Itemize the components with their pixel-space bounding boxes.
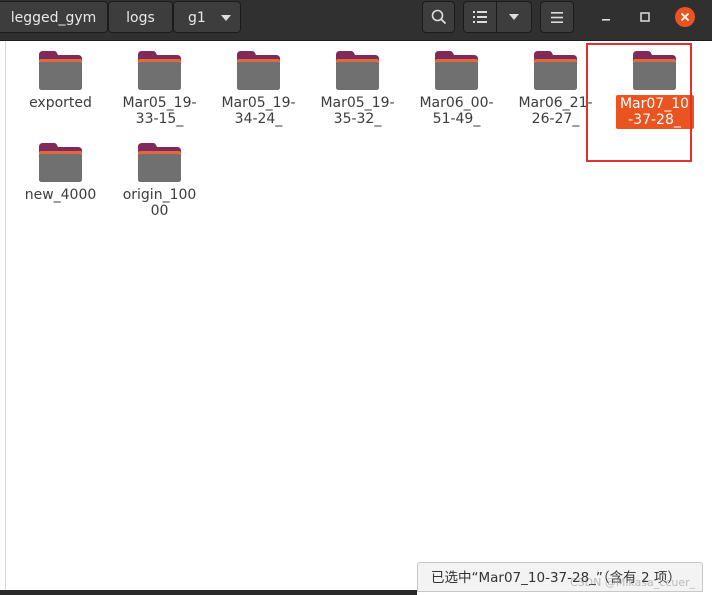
- folder-icon: [11, 49, 110, 91]
- breadcrumb-label: legged_gym: [10, 10, 97, 26]
- highlight-box: [586, 43, 692, 162]
- search-icon: [431, 9, 446, 25]
- folder-icon: [407, 49, 506, 91]
- folder-icon: [110, 49, 209, 91]
- folder-label: new_4000: [24, 187, 97, 203]
- view-mode-button[interactable]: [463, 1, 497, 33]
- breadcrumb-logs[interactable]: logs: [108, 1, 173, 33]
- breadcrumb-label: logs: [126, 10, 155, 26]
- folder-icon: [11, 141, 110, 183]
- underlying-window-strip: [0, 590, 417, 595]
- breadcrumb-legged-gym[interactable]: legged_gym: [0, 1, 108, 33]
- folder-label: Mar06_21-26-27_: [518, 95, 593, 127]
- folder-label: Mar05_19-34-24_: [221, 95, 296, 127]
- maximize-button[interactable]: [636, 8, 654, 26]
- close-icon: [680, 12, 690, 22]
- folder-item[interactable]: Mar05_19-33-15_: [110, 49, 209, 127]
- folder-item[interactable]: new_4000: [11, 141, 110, 203]
- list-view-icon: [473, 11, 487, 23]
- folder-item[interactable]: exported: [11, 49, 110, 111]
- folder-icon: [209, 49, 308, 91]
- close-button[interactable]: [675, 7, 695, 27]
- minimize-button[interactable]: [597, 8, 615, 26]
- folder-label: exported: [29, 95, 92, 111]
- folder-label: Mar05_19-35-32_: [320, 95, 395, 127]
- menu-button[interactable]: [540, 1, 574, 33]
- folder-icon: [110, 141, 209, 183]
- header-bar: legged_gym logs g1: [0, 0, 712, 41]
- folder-icon: [308, 49, 407, 91]
- folder-label: Mar06_00-51-49_: [419, 95, 494, 127]
- hamburger-menu-icon: [551, 11, 563, 23]
- folder-label: Mar05_19-33-15_: [122, 95, 197, 127]
- breadcrumb-g1[interactable]: g1: [173, 1, 241, 33]
- folder-item[interactable]: origin_10000: [110, 141, 209, 219]
- folder-item[interactable]: Mar06_00-51-49_: [407, 49, 506, 127]
- search-button[interactable]: [422, 1, 455, 33]
- chevron-down-icon: [509, 14, 519, 20]
- watermark: CSDN @Mikasa_ccuer_: [570, 576, 696, 589]
- minimize-icon: [602, 19, 610, 21]
- view-options-button[interactable]: [497, 1, 532, 33]
- maximize-icon: [640, 12, 650, 22]
- folder-item[interactable]: Mar05_19-34-24_: [209, 49, 308, 127]
- folder-item[interactable]: Mar05_19-35-32_: [308, 49, 407, 127]
- chevron-down-icon[interactable]: [221, 15, 231, 21]
- breadcrumb-label: g1: [188, 10, 206, 26]
- folder-label: origin_10000: [122, 187, 197, 219]
